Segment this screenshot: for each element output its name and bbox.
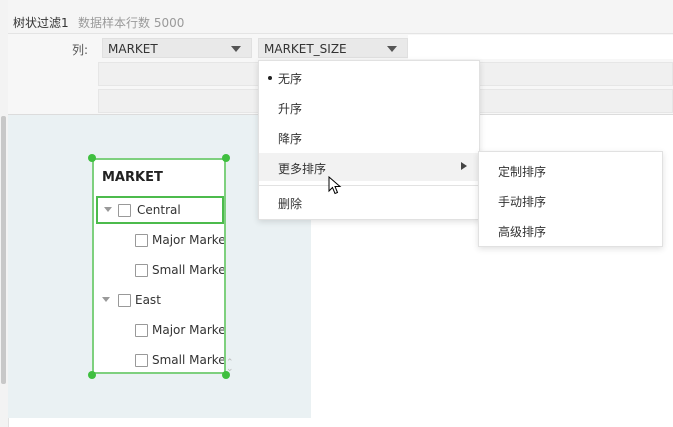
menu-item-delete[interactable]: 删除 <box>259 188 479 216</box>
checkbox[interactable] <box>118 294 131 307</box>
vertical-resize-icon[interactable]: ⌃ ⌄ <box>226 359 234 374</box>
column-dropdown-market-size[interactable]: MARKET_SIZE <box>258 38 408 58</box>
scrollbar-thumb[interactable] <box>1 116 6 384</box>
tree-node[interactable]: Major Marke <box>94 316 226 344</box>
menu-item-label: 删除 <box>278 197 303 211</box>
menu-item-descending[interactable]: 降序 <box>259 123 479 151</box>
sort-context-menu: 无序 升序 降序 更多排序 删除 <box>258 60 480 220</box>
tree-node-label: Small Marke <box>152 263 226 277</box>
menu-item-more-sort[interactable]: 更多排序 <box>259 153 479 181</box>
title-bar: 树状过滤1 数据样本行数 5000 <box>8 0 673 34</box>
resize-handle-top-left[interactable] <box>88 154 96 162</box>
dropdown-value: MARKET <box>108 42 158 56</box>
tree-title: MARKET <box>102 170 163 185</box>
component-title: 树状过滤1 <box>13 16 69 30</box>
column-dropdown-market[interactable]: MARKET <box>102 38 252 58</box>
field-drop-area[interactable] <box>408 35 673 59</box>
checkbox[interactable] <box>118 204 131 217</box>
tree-node-label: East <box>135 293 161 307</box>
tree-node-label: Central <box>137 203 181 217</box>
menu-item-unsorted[interactable]: 无序 <box>259 63 479 91</box>
menu-item-label: 无序 <box>278 72 303 86</box>
resize-handle-bottom-left[interactable] <box>88 371 96 379</box>
menu-divider <box>259 185 479 186</box>
submenu-item-label: 高级排序 <box>498 225 547 239</box>
selected-bullet-icon <box>268 76 272 80</box>
column-label: 列: <box>72 43 89 57</box>
tree-node[interactable]: Small Marke <box>94 256 226 284</box>
more-sort-submenu: 定制排序 手动排序 高级排序 <box>478 151 663 247</box>
submenu-item-label: 手动排序 <box>498 195 547 209</box>
expand-arrow-icon[interactable] <box>104 207 112 212</box>
checkbox[interactable] <box>135 324 148 337</box>
chevron-down-icon <box>387 46 397 52</box>
tree-node-central[interactable]: Central <box>96 196 224 224</box>
submenu-item-manual-sort[interactable]: 手动排序 <box>479 184 662 212</box>
submenu-item-custom-sort[interactable]: 定制排序 <box>479 154 662 182</box>
tree-node-east[interactable]: East <box>94 286 224 314</box>
tree-node-label: Major Marke <box>152 323 226 337</box>
menu-item-label: 升序 <box>278 102 303 116</box>
checkbox[interactable] <box>135 234 148 247</box>
tree-node-label: Small Marke <box>152 353 226 367</box>
submenu-item-advanced-sort[interactable]: 高级排序 <box>479 214 662 242</box>
mouse-pointer-icon <box>328 176 342 195</box>
tree-node[interactable]: Small Marke <box>94 346 226 372</box>
sample-row-count: 数据样本行数 5000 <box>78 16 185 30</box>
chevron-down-icon <box>231 46 241 52</box>
submenu-item-label: 定制排序 <box>498 165 547 179</box>
dropdown-value: MARKET_SIZE <box>264 42 347 56</box>
menu-item-label: 降序 <box>278 132 303 146</box>
resize-handle-top-right[interactable] <box>222 154 230 162</box>
tree-filter-widget[interactable]: MARKET Central Major Marke Small Marke E… <box>92 158 226 374</box>
submenu-arrow-icon <box>461 162 467 170</box>
checkbox[interactable] <box>135 354 148 367</box>
checkbox[interactable] <box>135 264 148 277</box>
tree-node-label: Major Marke <box>152 233 226 247</box>
expand-arrow-icon[interactable] <box>102 297 110 302</box>
menu-item-ascending[interactable]: 升序 <box>259 93 479 121</box>
menu-item-label: 更多排序 <box>278 162 327 176</box>
tree-node[interactable]: Major Marke <box>94 226 226 254</box>
